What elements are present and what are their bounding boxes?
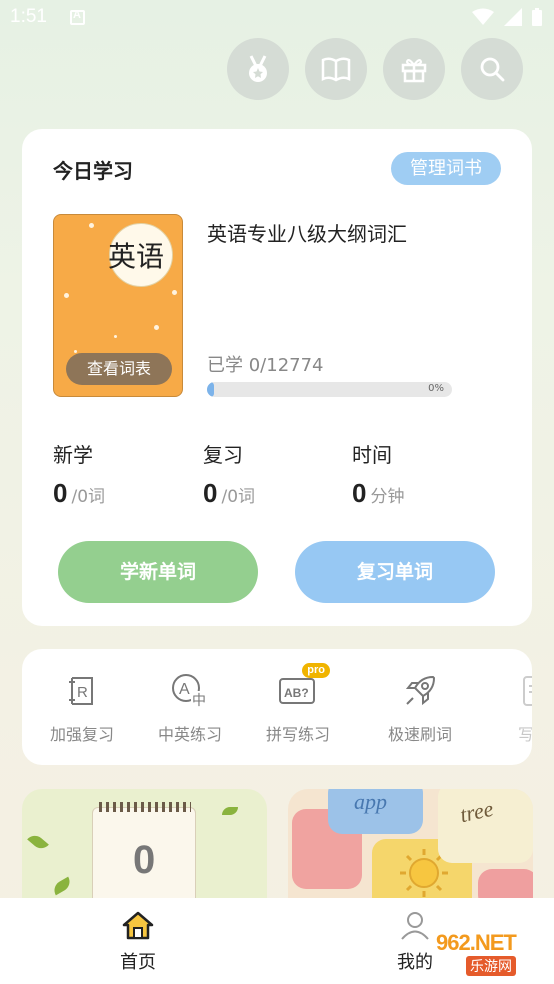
stat-value: 0 [352, 478, 367, 508]
status-time: 1:51 [10, 6, 47, 27]
watermark-top: 962.NET [436, 930, 517, 955]
book-icon[interactable] [305, 38, 367, 100]
word-tiles-banner[interactable]: app tree [288, 789, 533, 909]
manage-books-button[interactable]: 管理词书 [391, 152, 501, 185]
watermark-bottom: 乐游网 [466, 956, 516, 976]
calendar-banner[interactable]: 0 [22, 789, 267, 909]
notification-a-icon [70, 9, 85, 25]
view-word-list-button[interactable]: 查看词表 [66, 353, 172, 385]
home-icon [122, 911, 154, 940]
tool-cn-en-practice[interactable]: A中 中英练习 [140, 669, 240, 745]
tool-label: 加强复习 [49, 725, 114, 744]
spelling-icon: AB? pro [276, 663, 330, 713]
card-title: 今日学习 [53, 159, 133, 183]
stat-value: 0 [53, 478, 68, 508]
review-card-icon: R [60, 669, 104, 713]
status-bar: 1:51 [0, 0, 554, 36]
learn-new-words-button[interactable]: 学新单词 [58, 541, 258, 603]
progress-bar: 0% [207, 382, 452, 397]
tool-writing[interactable]: 写作 [484, 669, 532, 745]
stat-new: 新学 0/0词 [53, 439, 105, 509]
svg-text:A: A [179, 681, 190, 698]
tool-spelling-practice[interactable]: AB? pro 拼写练习 [248, 663, 348, 745]
stat-label: 时间 [352, 443, 392, 467]
tool-label: 写作 [517, 725, 532, 744]
book-cover-word: 英语 [108, 240, 165, 273]
translate-icon: A中 [168, 669, 212, 713]
review-words-button[interactable]: 复习单词 [295, 541, 495, 603]
watermark-logo: 962.NET 乐游网 [406, 930, 546, 976]
stat-review: 复习 0/0词 [203, 439, 255, 509]
tool-intensive-review[interactable]: R 加强复习 [32, 669, 132, 745]
stat-unit: 分钟 [370, 487, 405, 507]
stat-time: 时间 0 分钟 [352, 439, 404, 509]
tool-label: 极速刷词 [387, 725, 452, 744]
writing-icon [512, 669, 532, 713]
status-icons [472, 8, 542, 26]
tab-home[interactable]: 首页 [98, 910, 178, 974]
signal-icon [504, 8, 522, 26]
book-title: 英语专业八级大纲词汇 [207, 222, 407, 246]
stat-unit: /0词 [71, 487, 106, 507]
stat-unit: /0词 [221, 487, 256, 507]
tool-label: 拼写练习 [265, 725, 330, 744]
tile-word-app: app [354, 789, 387, 814]
tab-label: 首页 [120, 952, 156, 973]
tool-speed-words[interactable]: 极速刷词 [370, 669, 470, 745]
bottom-tab-bar: 首页 我的 962.NET 乐游网 [0, 898, 554, 984]
tool-label: 中英练习 [157, 725, 222, 744]
svg-text:AB?: AB? [284, 686, 309, 700]
svg-text:R: R [77, 684, 88, 701]
pro-badge: pro [302, 663, 330, 678]
calendar-number: 0 [133, 838, 156, 882]
svg-text:中: 中 [192, 693, 206, 709]
learned-count: 已学 0/12774 [207, 355, 324, 376]
stat-value: 0 [203, 478, 218, 508]
wifi-icon [472, 8, 494, 25]
progress-fill [207, 382, 215, 397]
search-icon[interactable] [461, 38, 523, 100]
medal-icon[interactable] [227, 38, 289, 100]
book-cover[interactable]: 英语 查看词表 [53, 214, 183, 397]
practice-tools: R 加强复习 A中 中英练习 AB? pro 拼写练习 极速刷词 写作 [22, 649, 532, 765]
progress-label: 0% [428, 383, 444, 394]
top-actions [227, 38, 523, 100]
rocket-icon [398, 669, 442, 713]
stat-label: 新学 [53, 443, 93, 467]
stat-label: 复习 [203, 443, 243, 467]
gift-icon[interactable] [383, 38, 445, 100]
today-study-card: 今日学习 管理词书 英语 查看词表 英语专业八级大纲词汇 已学 0/12774 … [22, 129, 532, 626]
calendar-pad: 0 [92, 802, 196, 909]
battery-icon [532, 8, 542, 26]
